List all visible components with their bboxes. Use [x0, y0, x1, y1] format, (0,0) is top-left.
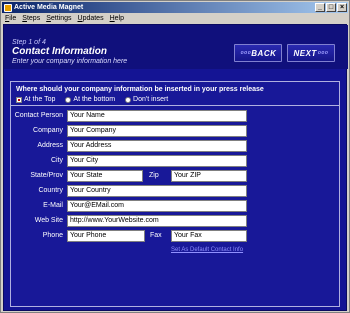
- page-title: Contact Information: [12, 46, 107, 57]
- option-at-top-checkbox[interactable]: [16, 96, 22, 103]
- city-input[interactable]: Your City: [67, 155, 247, 167]
- website-label: Web Site: [34, 217, 63, 224]
- phone-label: Phone: [42, 232, 63, 239]
- option-dont-insert[interactable]: Don't insert: [125, 96, 168, 103]
- phone-input[interactable]: Your Phone: [67, 230, 145, 242]
- main-panel: Step 1 of 4 Contact Information Enter yo…: [3, 24, 348, 311]
- next-label: NEXT: [293, 48, 317, 58]
- option-at-bottom-radio[interactable]: [65, 96, 72, 103]
- company-input[interactable]: Your Company: [67, 125, 247, 137]
- email-label: E-Mail: [43, 202, 63, 209]
- close-icon[interactable]: ×: [337, 3, 347, 12]
- contact-form: Where should your company information be…: [10, 81, 340, 307]
- country-input[interactable]: Your Country: [67, 185, 247, 197]
- option-at-top-label: At the Top: [24, 96, 56, 103]
- country-label: Country: [38, 187, 63, 194]
- menu-file[interactable]: File: [5, 15, 16, 22]
- option-at-top[interactable]: At the Top: [16, 96, 55, 103]
- address-label: Address: [37, 142, 63, 149]
- maximize-icon[interactable]: □: [326, 3, 336, 12]
- option-at-bottom-label: At the bottom: [73, 96, 116, 103]
- next-button[interactable]: NEXT ooo: [287, 44, 335, 62]
- contact-person-label: Contact Person: [14, 112, 63, 119]
- state-input[interactable]: Your State: [67, 170, 143, 182]
- email-input[interactable]: Your@EMail.com: [67, 200, 247, 212]
- zip-label: Zip: [149, 172, 159, 179]
- option-dont-insert-radio[interactable]: [125, 96, 132, 103]
- menu-steps[interactable]: Steps: [22, 15, 40, 22]
- next-dots-icon: ooo: [317, 50, 329, 56]
- contact-person-input[interactable]: Your Name: [67, 110, 247, 122]
- window-title: Active Media Magnet: [14, 4, 84, 11]
- step-indicator: Step 1 of 4: [12, 39, 46, 46]
- company-label: Company: [33, 127, 63, 134]
- menu-help[interactable]: Help: [110, 15, 124, 22]
- menu-bar: File Steps Settings Updates Help: [2, 13, 348, 23]
- wizard-header: Step 1 of 4 Contact Information Enter yo…: [4, 25, 348, 69]
- back-label: BACK: [251, 48, 277, 58]
- address-input[interactable]: Your Address: [67, 140, 247, 152]
- set-default-link[interactable]: Set As Default Contact Info: [171, 247, 243, 253]
- placement-options: At the Top At the bottom Don't insert: [16, 96, 168, 103]
- title-bar[interactable]: Active Media Magnet _ □ ×: [2, 2, 348, 13]
- fax-input[interactable]: Your Fax: [171, 230, 247, 242]
- city-label: City: [50, 157, 63, 164]
- back-button[interactable]: ooo BACK: [234, 44, 282, 62]
- website-input[interactable]: http://www.YourWebsite.com: [67, 215, 247, 227]
- option-at-bottom[interactable]: At the bottom: [65, 96, 115, 103]
- option-dont-insert-label: Don't insert: [133, 96, 169, 103]
- app-icon: [4, 3, 12, 12]
- back-dots-icon: ooo: [240, 50, 252, 56]
- app-window: Active Media Magnet _ □ × File Steps Set…: [0, 0, 350, 313]
- page-subtitle: Enter your company information here: [12, 58, 128, 65]
- placement-question: Where should your company information be…: [16, 86, 264, 93]
- fax-label: Fax: [150, 232, 162, 239]
- zip-input[interactable]: Your ZIP: [171, 170, 247, 182]
- minimize-icon[interactable]: _: [315, 3, 325, 12]
- divider: [11, 105, 339, 106]
- menu-updates[interactable]: Updates: [78, 15, 104, 22]
- state-label: State/Prov: [30, 172, 63, 179]
- menu-settings[interactable]: Settings: [46, 15, 71, 22]
